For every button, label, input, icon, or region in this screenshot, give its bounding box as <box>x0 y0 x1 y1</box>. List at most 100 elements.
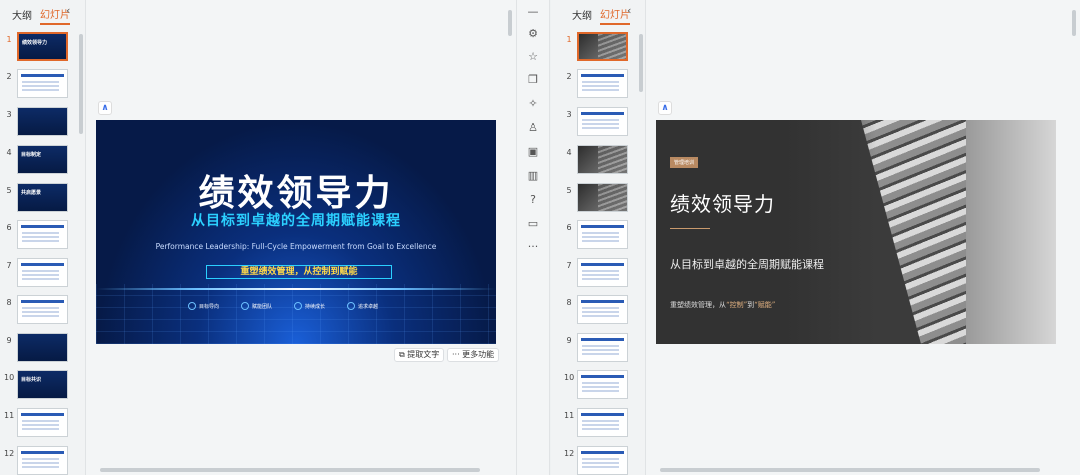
slide-thumbnail[interactable] <box>577 408 628 437</box>
slide-number: 6 <box>6 223 12 232</box>
slide-thumb-row[interactable]: 10 <box>560 370 640 400</box>
slide-thumbnail[interactable] <box>577 258 628 287</box>
feature-item: 赋能团队 <box>241 302 272 310</box>
image-edit-icon[interactable]: ▣ <box>526 145 540 159</box>
slide-english-subtitle: Performance Leadership: Full-Cycle Empow… <box>155 242 437 251</box>
comment-icon[interactable]: ▭ <box>526 217 540 231</box>
slide-thumb-row[interactable]: 7 <box>560 258 640 288</box>
ai-app-icon[interactable]: ∧ <box>658 101 672 115</box>
slide-title: 绩效领导力 <box>198 173 394 214</box>
slide-thumb-row[interactable]: 11 <box>0 408 80 438</box>
editor-scrollbar-vertical[interactable] <box>1072 10 1076 36</box>
slide-thumbnail[interactable]: 绩效领导力 <box>17 32 68 61</box>
slide-number: 6 <box>566 223 572 232</box>
tab-outline[interactable]: 大纲 <box>12 7 32 24</box>
slide-subtitle: 从目标到卓越的全周期赋能课程 <box>191 213 401 229</box>
chevron-left-icon[interactable]: ‹ <box>66 4 70 17</box>
slide-thumb-row[interactable]: 2 <box>0 69 80 99</box>
slide-thumbnail[interactable] <box>577 69 628 98</box>
slide-thumb-row[interactable]: 5 共启愿景 <box>0 183 80 213</box>
slide-thumb-row[interactable]: 11 <box>560 408 640 438</box>
editor-scrollbar-horizontal[interactable] <box>100 468 480 472</box>
slide-thumbnail[interactable] <box>577 183 628 212</box>
copy-icon[interactable]: ❐ <box>526 73 540 87</box>
slide-thumb-row[interactable]: 3 <box>0 107 80 137</box>
star-icon[interactable]: ☆ <box>526 50 540 64</box>
growth-icon <box>294 302 303 310</box>
slide-thumbnail[interactable] <box>577 107 628 136</box>
slide-thumbnail[interactable] <box>17 333 68 362</box>
feature-item: 目标导向 <box>188 302 219 310</box>
slide-number: 10 <box>564 373 575 382</box>
help-icon[interactable]: ? <box>526 193 540 207</box>
slide-description: 重塑绩效管理，从“控制”到“赋能” <box>670 300 775 310</box>
ai-app-icon[interactable]: ∧ <box>98 101 112 115</box>
more-features-button[interactable]: ··· 更多功能 <box>447 348 500 362</box>
slide-number: 3 <box>6 110 12 119</box>
slide-thumbnail[interactable]: 目标共识 <box>17 370 68 399</box>
slide-number: 1 <box>566 35 572 44</box>
slide-thumb-row[interactable]: 4 <box>560 145 640 175</box>
editor-scrollbar-vertical[interactable] <box>508 10 512 36</box>
team-icon <box>241 302 250 310</box>
slide-thumb-row[interactable]: 8 <box>560 295 640 325</box>
slide-thumbnail[interactable]: 目标制定 <box>17 145 68 174</box>
more-icon[interactable]: ··· <box>526 240 540 254</box>
slide-thumbnail[interactable] <box>577 295 628 324</box>
slide-thumb-row[interactable]: 4 目标制定 <box>0 145 80 175</box>
photo-shade <box>656 120 876 344</box>
slide-thumbnail[interactable] <box>577 370 628 399</box>
slide-thumbnail[interactable] <box>17 258 68 287</box>
slide-thumb-row[interactable]: 2 <box>560 69 640 99</box>
main-slide-right[interactable]: 管理培训 绩效领导力 从目标到卓越的全周期赋能课程 重塑绩效管理，从“控制”到“… <box>656 120 1056 344</box>
slide-thumb-row[interactable]: 9 <box>0 333 80 363</box>
slide-number: 3 <box>566 110 572 119</box>
feature-label: 目标导向 <box>199 303 220 310</box>
slide-thumb-row[interactable]: 10 目标共识 <box>0 370 80 400</box>
slide-number: 11 <box>4 411 15 420</box>
thumb-title: 目标制定 <box>21 152 42 158</box>
slide-thumb-row[interactable]: 12 <box>0 446 80 475</box>
tab-slides[interactable]: 幻灯片 <box>600 6 630 25</box>
slide-thumb-row[interactable]: 12 <box>560 446 640 475</box>
slide-thumb-row[interactable]: 6 <box>0 220 80 250</box>
slide-number: 12 <box>4 449 15 458</box>
slide-thumbnail[interactable] <box>577 333 628 362</box>
settings-sliders-icon[interactable]: ⚙ <box>526 27 540 41</box>
editor-scrollbar-horizontal[interactable] <box>660 468 1040 472</box>
slide-thumb-row[interactable]: 1 <box>560 32 640 62</box>
chevron-left-icon[interactable]: ‹ <box>627 4 631 17</box>
magic-icon[interactable]: ✧ <box>526 97 540 111</box>
slide-thumbnail[interactable] <box>17 295 68 324</box>
slide-thumbnail[interactable] <box>17 220 68 249</box>
tab-outline[interactable]: 大纲 <box>572 7 592 24</box>
slide-thumbnail[interactable] <box>17 408 68 437</box>
shirt-icon[interactable]: ♙ <box>526 121 540 135</box>
slide-number: 4 <box>566 148 572 157</box>
feature-item: 持续成长 <box>294 302 325 310</box>
slide-thumb-row[interactable]: 3 <box>560 107 640 137</box>
slide-thumb-row[interactable]: 9 <box>560 333 640 363</box>
thumb-title: 目标共识 <box>21 377 42 383</box>
slide-thumbnail[interactable] <box>17 107 68 136</box>
main-slide-left[interactable]: 绩效领导力 从目标到卓越的全周期赋能课程 Performance Leaders… <box>96 120 496 344</box>
slide-thumbnail[interactable] <box>577 446 628 475</box>
title-divider <box>670 228 710 229</box>
slide-thumb-row[interactable]: 6 <box>560 220 640 250</box>
slide-thumb-row[interactable]: 7 <box>0 258 80 288</box>
feature-label: 持续成长 <box>305 303 326 310</box>
slide-thumbnail[interactable] <box>577 32 628 61</box>
book-icon[interactable]: ▥ <box>526 169 540 183</box>
slide-thumbnail[interactable] <box>577 145 628 174</box>
minus-icon[interactable]: — <box>526 5 540 19</box>
slide-thumbnail[interactable] <box>17 69 68 98</box>
slide-thumbnail[interactable] <box>17 446 68 475</box>
slide-number: 12 <box>564 449 575 458</box>
slide-thumbnail[interactable]: 共启愿景 <box>17 183 68 212</box>
slide-thumb-row[interactable]: 1 绩效领导力 <box>0 32 80 62</box>
slide-thumbnail[interactable] <box>577 220 628 249</box>
slide-thumb-row[interactable]: 5 <box>560 183 640 213</box>
extract-text-button[interactable]: ⧉ 提取文字 <box>394 348 445 362</box>
sidebar-tabs: 大纲 幻灯片 <box>12 6 70 25</box>
slide-thumb-row[interactable]: 8 <box>0 295 80 325</box>
